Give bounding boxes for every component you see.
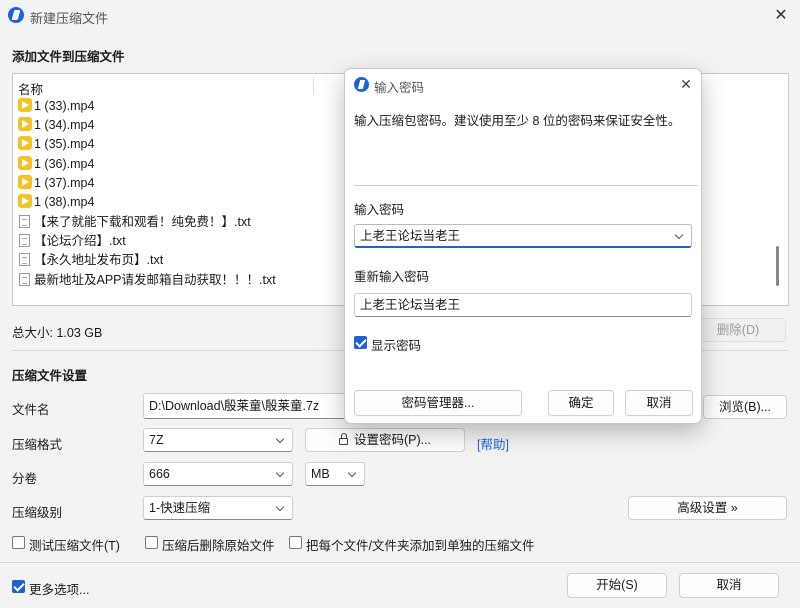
show-password-label[interactable]: 显示密码 [371,335,421,354]
password-manager-button[interactable]: 密码管理器... [354,390,522,416]
lock-icon [338,433,348,445]
total-size-text: 总大小: 1.03 GB [12,326,103,340]
app-logo-icon [354,77,369,92]
dialog-divider [354,185,698,186]
add-files-heading: 添加文件到压缩文件 [12,50,125,64]
split-size-select[interactable]: 666 [143,462,293,486]
video-file-icon [18,175,32,189]
file-row[interactable]: 最新地址及APP请发邮箱自动获取！！！.txt [18,271,276,289]
app-logo-icon [8,7,24,23]
split-label: 分卷 [12,472,38,486]
file-name: 1 (34).mp4 [34,118,95,132]
test-archive-checkbox[interactable] [12,536,25,549]
cancel-button[interactable]: 取消 [679,573,779,598]
file-name: 1 (33).mp4 [34,99,95,113]
file-name: 1 (36).mp4 [34,157,95,171]
help-link[interactable]: [帮助] [477,434,509,453]
set-password-label: 设置密码(P)... [353,433,432,447]
file-name: 1 (38).mp4 [34,195,95,209]
test-archive-label[interactable]: 测试压缩文件(T) [29,535,120,554]
text-file-icon [19,234,30,247]
reenter-password-input[interactable]: 上老王论坛当老王 [354,293,692,317]
format-select[interactable]: 7Z [143,428,293,452]
delete-after-checkbox[interactable] [145,536,158,549]
file-row[interactable]: 1 (36).mp4 [18,155,94,173]
delete-after-label[interactable]: 压缩后删除原始文件 [162,535,275,554]
video-file-icon [18,136,32,150]
column-header-name[interactable]: 名称 [18,79,43,98]
text-file-icon [19,253,30,266]
file-row[interactable]: 1 (33).mp4 [18,97,94,115]
window-title: 新建压缩文件 [30,11,109,26]
show-password-checkbox[interactable] [354,336,367,349]
dialog-description: 输入压缩包密码。建议使用至少 8 位的密码来保证安全性。 [354,114,681,128]
video-file-icon [18,98,32,112]
format-label: 压缩格式 [12,438,63,452]
more-options-checkbox[interactable] [12,580,25,593]
password-dialog: 输入密码 ✕ 输入压缩包密码。建议使用至少 8 位的密码来保证安全性。 输入密码… [344,68,702,424]
each-separate-checkbox[interactable] [289,536,302,549]
settings-heading: 压缩文件设置 [12,369,88,383]
advanced-settings-button[interactable]: 高级设置 » [628,496,787,520]
ok-button[interactable]: 确定 [548,390,614,416]
start-button[interactable]: 开始(S) [567,573,667,598]
file-list-scrollbar[interactable] [776,246,779,286]
file-name: 【论坛介绍】.txt [34,234,126,248]
file-row[interactable]: 1 (38).mp4 [18,193,94,211]
each-separate-label[interactable]: 把每个文件/文件夹添加到单独的压缩文件 [306,535,534,554]
file-row[interactable]: 1 (34).mp4 [18,116,94,134]
footer-divider [0,562,800,563]
browse-button[interactable]: 浏览(B)... [703,395,787,419]
window-titlebar: 新建压缩文件 ✕ [0,0,800,32]
dialog-title: 输入密码 [374,81,425,95]
more-options-label[interactable]: 更多选项... [29,579,89,598]
enter-password-input[interactable]: 上老王论坛当老王 [354,224,692,248]
column-separator [313,77,314,95]
split-unit-select[interactable]: MB [305,462,365,486]
file-name: 1 (35).mp4 [34,137,95,151]
enter-password-label: 输入密码 [354,203,405,217]
window-close-button[interactable]: ✕ [769,4,793,28]
dialog-titlebar: 输入密码 ✕ [345,69,701,99]
file-name: 1 (37).mp4 [34,176,95,190]
file-name: 【来了就能下载和观看！纯免费！】.txt [34,215,251,229]
file-row[interactable]: 【永久地址发布页】.txt [18,251,163,269]
dialog-close-button[interactable]: ✕ [675,73,697,95]
dialog-cancel-button[interactable]: 取消 [625,390,693,416]
text-file-icon [19,215,30,228]
video-file-icon [18,194,32,208]
file-row[interactable]: 【来了就能下载和观看！纯免费！】.txt [18,213,251,231]
reenter-password-label: 重新输入密码 [354,270,430,284]
file-row[interactable]: 1 (35).mp4 [18,135,94,153]
filename-label: 文件名 [12,403,50,417]
level-label: 压缩级别 [12,506,63,520]
video-file-icon [18,117,32,131]
file-row[interactable]: 1 (37).mp4 [18,174,94,192]
file-name: 最新地址及APP请发邮箱自动获取！！！.txt [34,273,276,287]
filename-input[interactable]: D:\Download\殷莱童\殷莱童.7z [143,393,353,419]
file-name: 【永久地址发布页】.txt [34,253,164,267]
video-file-icon [18,156,32,170]
file-row[interactable]: 【论坛介绍】.txt [18,232,126,250]
text-file-icon [19,273,30,286]
level-select[interactable]: 1-快速压缩 [143,496,293,520]
delete-button[interactable]: 删除(D) [690,318,786,342]
set-password-button[interactable]: 设置密码(P)... [305,428,465,452]
